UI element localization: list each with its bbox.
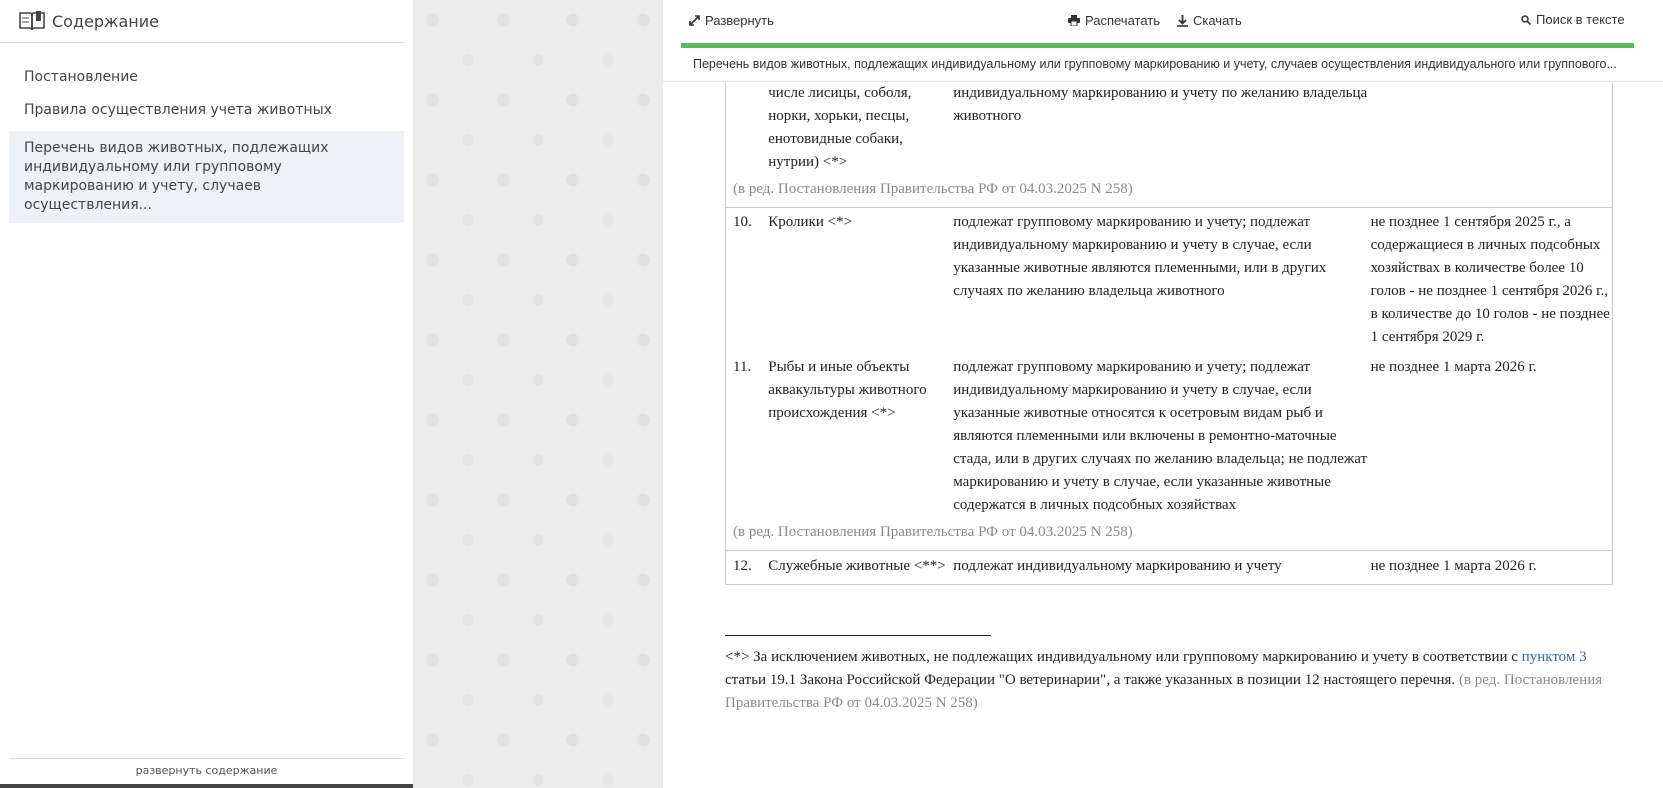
sidebar-bottom-bar [0, 784, 413, 788]
row-number [726, 82, 769, 174]
table-row: числе лисицы, соболя, норки, хорьки, пес… [726, 82, 1613, 174]
revision-note: (в ред. Постановления Правительства РФ о… [725, 517, 1613, 551]
marking-deadline: не позднее 1 марта 2026 г. [1370, 359, 1537, 375]
marking-description: подлежат групповому маркированию и учету… [953, 214, 1327, 299]
footnote: <*> За исключением животных, не подлежащ… [725, 646, 1613, 715]
search-label: Поиск в тексте [1536, 12, 1625, 27]
book-icon [18, 10, 46, 32]
sidebar: Содержание Постановление Правила осущест… [0, 0, 413, 788]
expand-icon [689, 15, 700, 26]
marking-deadline: не позднее 1 сентября 2025 г., а содержа… [1370, 214, 1610, 345]
search-button[interactable]: Поиск в тексте [1521, 12, 1625, 27]
footnote-separator [725, 635, 991, 636]
background-pattern [413, 0, 663, 788]
animal-list-table: числе лисицы, соболя, норки, хорьки, пес… [725, 82, 1613, 585]
marking-description: подлежат индивидуальному маркированию и … [953, 550, 1371, 585]
animal-name: Кролики <*> [768, 214, 853, 230]
sidebar-item-rules[interactable]: Правила осуществления учета животных [0, 94, 413, 127]
document-content: числе лисицы, соболя, норки, хорьки, пес… [725, 82, 1613, 715]
expand-contents-link[interactable]: развернуть содержание [9, 758, 404, 777]
download-label: Скачать [1193, 13, 1242, 28]
marking-description: индивидуальному маркированию и учету по … [953, 85, 1368, 124]
printer-icon [1068, 15, 1080, 26]
animal-name: Служебные животные <**> [768, 550, 954, 585]
footnote-text-2: статьи 19.1 Закона Российской Федерации … [725, 672, 1456, 688]
row-number: 11. [733, 359, 752, 375]
table-row: 10. Кролики <*> подлежат групповому марк… [726, 208, 1613, 350]
marking-description: подлежат групповому маркированию и учету… [953, 359, 1368, 513]
row-number: 10. [733, 214, 752, 230]
footnote-link[interactable]: пунктом 3 [1522, 649, 1587, 665]
marking-deadline: не позднее 1 марта 2026 г. [1370, 550, 1613, 585]
revision-note: (в ред. Постановления Правительства РФ о… [725, 174, 1613, 208]
sidebar-list: Постановление Правила осуществления учет… [0, 61, 413, 223]
animal-name: Рыбы и иные объекты аквакультуры животно… [768, 359, 927, 421]
animal-name: числе лисицы, соболя, норки, хорьки, пес… [768, 85, 912, 170]
search-icon [1521, 14, 1531, 25]
footnote-text: <*> За исключением животных, не подлежащ… [725, 649, 1518, 665]
document-panel: Развернуть Распечатать Скачать Поиск в т… [663, 0, 1663, 788]
sidebar-item-decree[interactable]: Постановление [0, 61, 413, 94]
download-icon [1177, 14, 1188, 27]
row-number: 12. [725, 550, 769, 585]
download-button[interactable]: Скачать [1177, 13, 1242, 28]
table-row: 11. Рыбы и иные объекты аквакультуры жив… [726, 349, 1613, 517]
sidebar-title: Содержание [52, 11, 159, 31]
toolbar: Развернуть Распечатать Скачать Поиск в т… [663, 0, 1663, 44]
print-label: Распечатать [1085, 13, 1161, 28]
expand-label: Развернуть [705, 13, 774, 28]
sidebar-header: Содержание [0, 0, 404, 43]
document-title: Перечень видов животных, подлежащих инди… [663, 48, 1663, 82]
table-row: 12. Служебные животные <**> подлежат инд… [725, 550, 1613, 585]
table-row-note: (в ред. Постановления Правительства РФ о… [725, 174, 1613, 208]
table-row-note: (в ред. Постановления Правительства РФ о… [725, 517, 1613, 551]
expand-button[interactable]: Развернуть [689, 13, 774, 28]
marking-deadline [1371, 82, 1613, 174]
print-button[interactable]: Распечатать [1068, 13, 1160, 28]
sidebar-item-list[interactable]: Перечень видов животных, подлежащих инди… [9, 131, 404, 223]
